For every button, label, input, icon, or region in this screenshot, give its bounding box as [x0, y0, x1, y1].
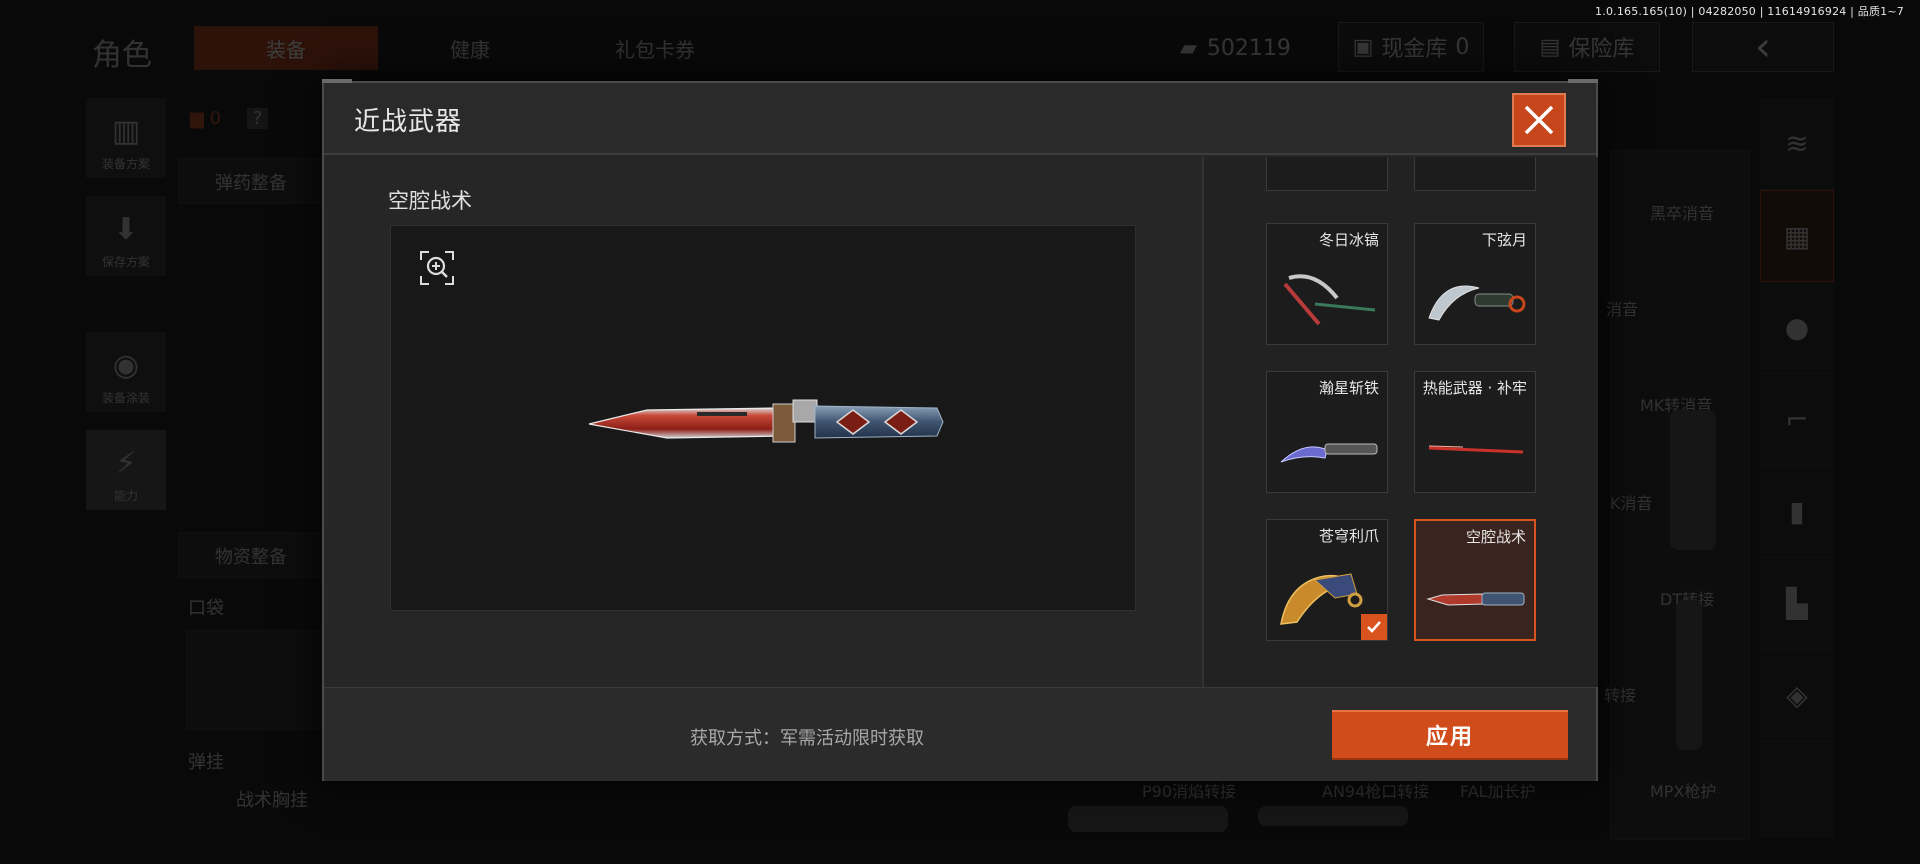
- weapon-slot-label: 热能武器 · 补牢: [1422, 379, 1527, 397]
- weapon-slot-label: 空腔战术: [1465, 528, 1526, 546]
- weapon-preview[interactable]: [390, 225, 1136, 611]
- weapon-slot[interactable]: 瀚星斩铁: [1266, 371, 1388, 493]
- weapon-slot-partial[interactable]: [1266, 157, 1388, 191]
- weapon-preview-pane: 空腔战术: [324, 157, 1204, 687]
- weapon-slot[interactable]: 苍穹利爪: [1266, 519, 1388, 641]
- weapon-slot-selected[interactable]: 空腔战术: [1414, 519, 1536, 641]
- weapon-slot-label: 冬日冰镐: [1318, 231, 1379, 249]
- weapon-slot-label: 瀚星斩铁: [1318, 379, 1379, 397]
- weapon-slot-label: 下弦月: [1481, 231, 1527, 249]
- melee-weapon-dialog: 近战武器 空腔战术 冬日冰镐 下弦月 瀚星斩铁 热能武器 · 补牢 苍穹利爪 空…: [322, 79, 1598, 781]
- dialog-footer: 获取方式：军需活动限时获取 应用: [324, 687, 1596, 781]
- selected-weapon-name: 空腔战术: [388, 189, 472, 213]
- close-button[interactable]: [1512, 93, 1566, 147]
- dialog-header: 近战武器: [324, 83, 1596, 155]
- weapon-list[interactable]: 冬日冰镐 下弦月 瀚星斩铁 热能武器 · 补牢 苍穹利爪 空腔战术: [1204, 157, 1598, 687]
- close-icon: [1524, 105, 1554, 135]
- version-info: 1.0.165.165(10) | 04282050 | 11614916924…: [1595, 5, 1904, 18]
- dialog-title: 近战武器: [354, 107, 463, 137]
- thermal-blade-icon: [1428, 445, 1524, 454]
- apply-button[interactable]: 应用: [1332, 710, 1568, 760]
- ice-axe-icon: [1283, 274, 1376, 326]
- karambit-icon: [1428, 285, 1526, 321]
- weapon-slot[interactable]: 热能武器 · 补牢: [1414, 371, 1536, 493]
- knife-image: [588, 399, 944, 443]
- weapon-slot-partial[interactable]: [1414, 157, 1536, 191]
- zoom-in-icon[interactable]: [419, 250, 455, 286]
- tactical-knife-icon: [1426, 592, 1525, 606]
- weapon-slot[interactable]: 冬日冰镐: [1266, 223, 1388, 345]
- equipped-check-icon: [1361, 614, 1387, 640]
- weapon-slot[interactable]: 下弦月: [1414, 223, 1536, 345]
- blade-icon: [1280, 443, 1378, 463]
- acquire-method-text: 获取方式：军需活动限时获取: [690, 728, 924, 749]
- weapon-slot-label: 苍穹利爪: [1318, 527, 1379, 545]
